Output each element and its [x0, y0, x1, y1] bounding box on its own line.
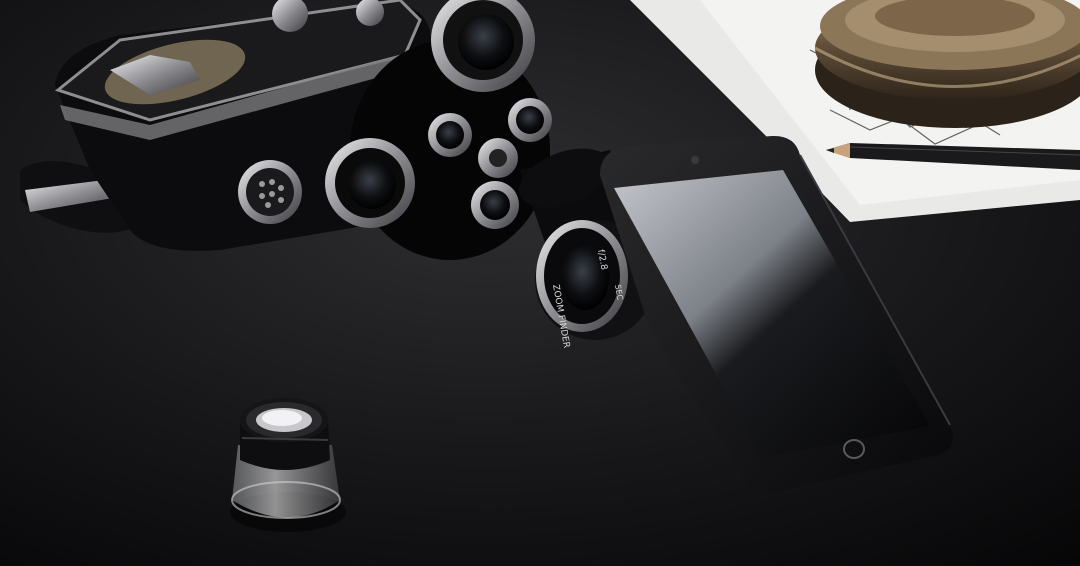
lens-small-2	[508, 98, 552, 142]
lens-left	[325, 138, 415, 228]
lens-center	[478, 138, 518, 178]
product-photo-scene: f/2.8 ZOOM FINDER SEC	[0, 0, 1080, 566]
film-canister	[814, 0, 1080, 128]
lens-small-3	[471, 181, 519, 229]
front-camera-icon	[691, 156, 699, 164]
lens-small-1	[428, 113, 472, 157]
scene-canvas: f/2.8 ZOOM FINDER SEC	[0, 0, 1080, 566]
